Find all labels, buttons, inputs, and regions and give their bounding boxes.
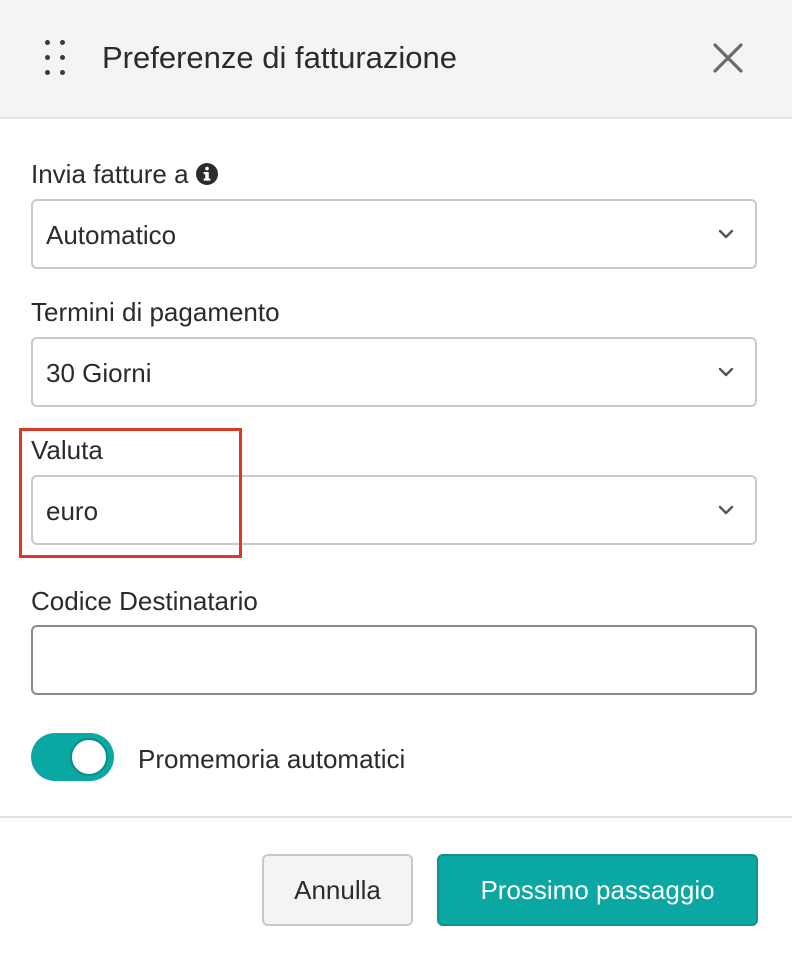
- chevron-down-icon: [718, 367, 734, 377]
- footer-divider: [0, 816, 792, 818]
- send-invoices-label: Invia fatture a: [31, 158, 219, 190]
- recipient-code-label: Codice Destinatario: [31, 586, 258, 616]
- auto-reminders-label: Promemoria automatici: [138, 744, 406, 774]
- currency-label: Valuta: [31, 435, 103, 465]
- toggle-knob: [70, 738, 108, 776]
- payment-terms-value: 30 Giorni: [46, 358, 152, 388]
- payment-terms-label: Termini di pagamento: [31, 297, 280, 327]
- send-invoices-select[interactable]: Automatico: [31, 199, 757, 269]
- auto-reminders-toggle[interactable]: [31, 733, 114, 781]
- drag-handle-icon[interactable]: [43, 40, 67, 78]
- recipient-code-input[interactable]: [31, 625, 757, 695]
- close-icon[interactable]: [708, 38, 748, 78]
- send-invoices-value: Automatico: [46, 220, 177, 250]
- send-invoices-label-text: Invia fatture a: [31, 159, 189, 189]
- cancel-button[interactable]: Annulla: [262, 854, 413, 926]
- currency-value: euro: [46, 496, 99, 526]
- info-icon[interactable]: [195, 161, 219, 185]
- dialog-title: Preferenze di fatturazione: [102, 40, 457, 75]
- next-step-button[interactable]: Prossimo passaggio: [437, 854, 758, 926]
- currency-select[interactable]: euro: [31, 475, 757, 545]
- chevron-down-icon: [718, 229, 734, 239]
- dialog-header: Preferenze di fatturazione: [0, 0, 792, 119]
- payment-terms-select[interactable]: 30 Giorni: [31, 337, 757, 407]
- chevron-down-icon: [718, 505, 734, 515]
